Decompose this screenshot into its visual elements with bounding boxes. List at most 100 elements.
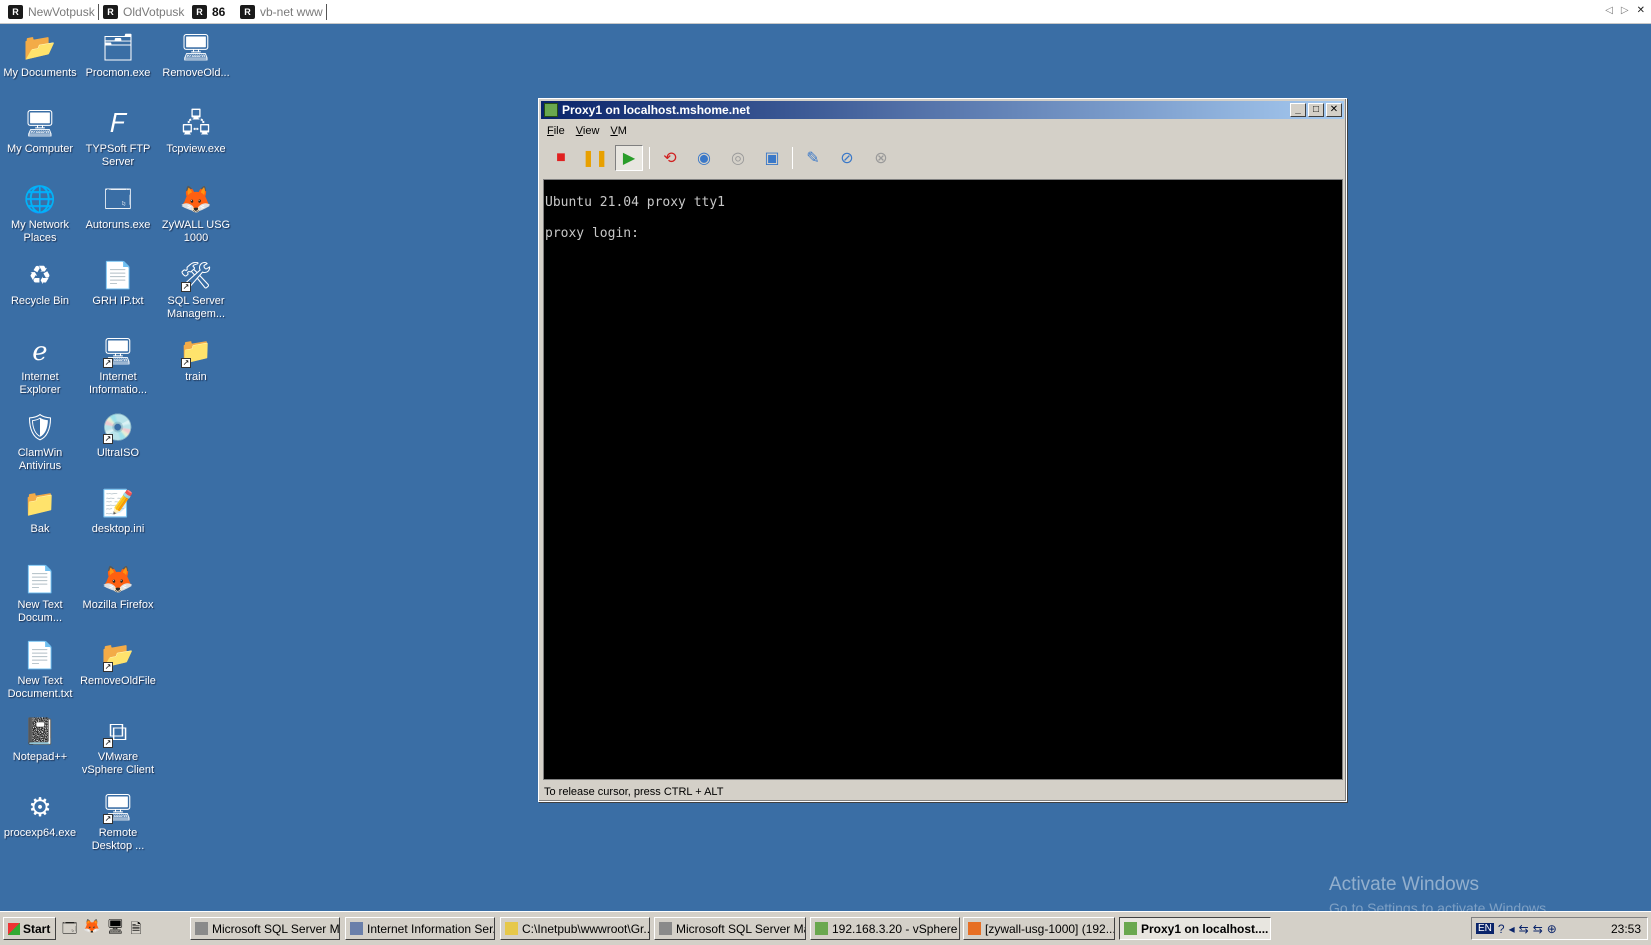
desktop-icon[interactable]: 📁 ↗ train	[157, 334, 235, 384]
menu-view[interactable]: View	[576, 125, 600, 137]
activate-windows-title: Activate Windows	[1329, 874, 1479, 895]
desktop-icon[interactable]: 💿 ↗ UltraISO	[79, 410, 157, 460]
connect-cd-icon[interactable]: ⊘	[833, 145, 861, 171]
desktop-icon-label: ZyWALL USG 1000	[161, 219, 231, 244]
taskbar-button[interactable]: 192.168.3.20 - vSphere ...	[810, 917, 960, 940]
reset-icon[interactable]: ⟲	[656, 145, 684, 171]
quick-launch-explorer-icon[interactable]: 🗔	[62, 918, 77, 942]
language-indicator[interactable]: EN	[1476, 923, 1494, 934]
remote-desktop-icon: R	[8, 5, 23, 19]
remote-desktop-icon: 🖥 ↗	[101, 792, 135, 824]
taskbar-button[interactable]: C:\Inetpub\wwwroot\Gr...	[500, 917, 650, 940]
desktop-icon[interactable]: 🖥 ↗ Internet Informatio...	[79, 334, 157, 397]
desktop-icon-label: Procmon.exe	[85, 67, 151, 79]
iis-icon: 🖥 ↗	[101, 336, 135, 368]
taskbar-button[interactable]: [zywall-usg-1000] (192....	[963, 917, 1115, 940]
vm-console-window[interactable]: Proxy1 on localhost.mshome.net _ □ ✕ Fil…	[538, 98, 1347, 802]
clock[interactable]: 23:53	[1611, 922, 1641, 936]
desktop-icon[interactable]: 🗂 Procmon.exe	[79, 30, 157, 80]
text-file-icon: 📄	[23, 564, 57, 594]
desktop-icon[interactable]: 🖧 Tcpview.exe	[157, 106, 235, 156]
desktop-icon[interactable]: 🖥 My Computer	[1, 106, 79, 156]
desktop-icon[interactable]: 𝐹 TYPSoft FTP Server	[79, 106, 157, 169]
remote-tab-vb-net-www[interactable]: R vb-net www	[240, 3, 327, 21]
revert-snapshot-icon[interactable]: ◎	[724, 145, 752, 171]
maximize-button[interactable]: □	[1308, 103, 1324, 117]
disc-icon: 💿 ↗	[101, 412, 135, 444]
folder-icon: 📁	[23, 488, 57, 518]
desktop-icon[interactable]: ♻ Recycle Bin	[1, 258, 79, 308]
taskbar-button[interactable]: Proxy1 on localhost....	[1119, 917, 1271, 940]
manage-snapshots-icon[interactable]: ▣	[758, 145, 786, 171]
taskbar-button-label: Internet Information Ser...	[367, 921, 495, 936]
desktop-icon[interactable]: 🛠 ↗ SQL Server Managem...	[157, 258, 235, 321]
close-button[interactable]: ✕	[1326, 103, 1342, 117]
snapshot-icon[interactable]: ◉	[690, 145, 718, 171]
menu-vm[interactable]: VM	[610, 125, 627, 137]
speaker-icon[interactable]: ◂	[1509, 922, 1515, 936]
desktop-icon[interactable]: 🗔 Autoruns.exe	[79, 182, 157, 232]
tcpview-icon: 🖧	[181, 108, 211, 138]
power-on-icon[interactable]: ▶	[615, 145, 643, 171]
network-2-icon[interactable]: ⇆	[1533, 922, 1543, 936]
close-remote-tab-icon[interactable]: ✕	[1637, 5, 1645, 16]
desktop-icon[interactable]: 🖥 ↗ Remote Desktop ...	[79, 790, 157, 853]
taskbar-app-icon	[815, 922, 828, 935]
desktop-icon[interactable]: ⧉ ↗ VMware vSphere Client	[79, 714, 157, 777]
network-icon[interactable]: ⇆	[1519, 922, 1529, 936]
desktop-icon[interactable]: 📂 ↗ RemoveOldFile	[79, 638, 157, 688]
remote-tab-label: vb-net www	[260, 5, 323, 19]
remote-tab-label: OldVotpusk	[123, 5, 185, 19]
desktop-icon[interactable]: 📄 GRH IP.txt	[79, 258, 157, 308]
vm-window-title-bar[interactable]: Proxy1 on localhost.mshome.net _ □ ✕	[541, 101, 1344, 119]
vm-window-title: Proxy1 on localhost.mshome.net	[562, 103, 751, 117]
shortcut-arrow-icon: ↗	[181, 282, 191, 292]
remote-tab-newvotpusk[interactable]: R NewVotpusk	[8, 3, 99, 21]
desktop-icon[interactable]: 📝 desktop.ini	[79, 486, 157, 536]
desktop-icon[interactable]: 📂 My Documents	[1, 30, 79, 80]
quick-launch-firefox-icon[interactable]: 🦊	[83, 918, 100, 942]
desktop-icon[interactable]: 🛡 ClamWin Antivirus	[1, 410, 79, 473]
connect-floppy-icon[interactable]: ⊗	[867, 145, 895, 171]
remove-old-icon: 🖥	[179, 32, 213, 62]
globe-icon[interactable]: ⊕	[1547, 922, 1557, 936]
folder-documents-icon: 📂	[23, 32, 57, 62]
tab-scroll-left-icon[interactable]: ◁	[1605, 5, 1613, 16]
desktop-icon-label: My Network Places	[10, 219, 70, 244]
remote-desktop-icon: R	[240, 5, 255, 19]
remote-tab-86[interactable]: R 86	[192, 3, 225, 21]
procmon-icon: 🗂	[101, 32, 135, 62]
shortcut-arrow-icon: ↗	[103, 738, 113, 748]
desktop-icon[interactable]: ⚙ procexp64.exe	[1, 790, 79, 840]
taskbar-button[interactable]: Microsoft SQL Server Ma...	[654, 917, 806, 940]
vm-console-screen[interactable]: Ubuntu 21.04 proxy tty1 proxy login:	[543, 179, 1343, 780]
desktop-icon[interactable]: 📄 New Text Document.txt	[1, 638, 79, 701]
desktop-icon[interactable]: 🦊 ZyWALL USG 1000	[157, 182, 235, 245]
menu-file[interactable]: File	[547, 125, 565, 137]
notepad-plus-plus-icon: 📓	[23, 716, 57, 746]
suspend-icon[interactable]: ❚❚	[581, 145, 609, 171]
start-button[interactable]: Start	[3, 917, 56, 940]
desktop-icon[interactable]: 📁 Bak	[1, 486, 79, 536]
desktop-icon[interactable]: 📓 Notepad++	[1, 714, 79, 764]
tab-scroll-right-icon[interactable]: ▷	[1621, 5, 1629, 16]
taskbar-button-label: C:\Inetpub\wwwroot\Gr...	[522, 921, 650, 936]
help-icon[interactable]: ?	[1498, 922, 1505, 936]
quick-launch-app-icon[interactable]: 🗎	[130, 918, 141, 942]
taskbar-button[interactable]: Internet Information Ser...	[345, 917, 495, 940]
taskbar-button[interactable]: Microsoft SQL Server Ma...	[190, 917, 340, 940]
taskbar-app-icon	[505, 922, 518, 935]
minimize-button[interactable]: _	[1290, 103, 1306, 117]
desktop-icon[interactable]: 📄 New Text Docum...	[1, 562, 79, 625]
desktop-icon[interactable]: ℯ Internet Explorer	[1, 334, 79, 397]
desktop-icon[interactable]: 🖥 RemoveOld...	[157, 30, 235, 80]
power-off-icon[interactable]: ■	[547, 145, 575, 171]
quick-launch-desktop-icon[interactable]: 🖥	[107, 918, 125, 942]
edit-settings-icon[interactable]: ✎	[799, 145, 827, 171]
desktop-icon[interactable]: 🦊 Mozilla Firefox	[79, 562, 157, 612]
desktop-icon-label: UltraISO	[96, 447, 140, 459]
shortcut-arrow-icon: ↗	[181, 358, 191, 368]
desktop-icon[interactable]: 🌐 My Network Places	[1, 182, 79, 245]
remote-tab-oldvotpusk[interactable]: R OldVotpusk	[103, 3, 184, 21]
desktop-icon-label: Notepad++	[12, 751, 68, 763]
